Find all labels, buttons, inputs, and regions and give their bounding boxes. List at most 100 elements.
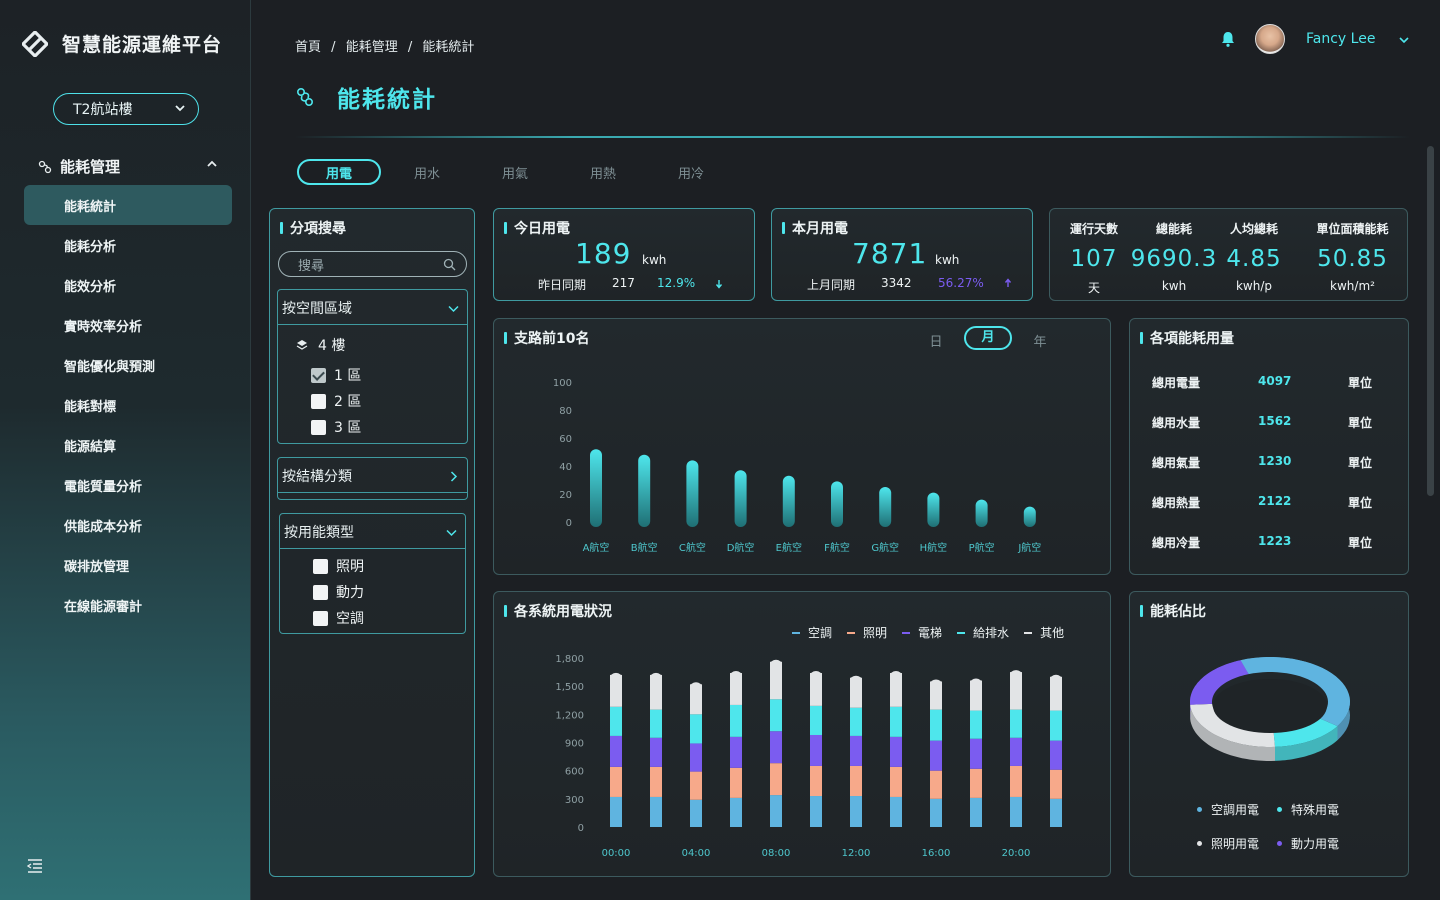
stacked-segment[interactable] bbox=[1050, 710, 1062, 741]
chevron-down-icon[interactable] bbox=[1398, 34, 1410, 46]
stacked-segment[interactable] bbox=[610, 706, 622, 736]
stacked-segment[interactable] bbox=[1050, 740, 1062, 770]
bar[interactable] bbox=[927, 492, 940, 527]
stacked-segment[interactable] bbox=[930, 740, 942, 771]
stacked-segment[interactable] bbox=[890, 736, 902, 767]
energy-option[interactable]: 動力 bbox=[313, 582, 364, 602]
stacked-segment[interactable] bbox=[930, 709, 942, 741]
bar[interactable] bbox=[782, 475, 795, 527]
chevron-down-icon[interactable] bbox=[448, 303, 459, 314]
checkbox[interactable] bbox=[313, 584, 328, 600]
zone-option[interactable]: 2 區 bbox=[311, 391, 361, 411]
pie-legend-item[interactable]: 照明用電 bbox=[1197, 835, 1259, 852]
stacked-segment[interactable] bbox=[850, 765, 862, 797]
stacked-segment[interactable] bbox=[810, 705, 822, 735]
stacked-segment[interactable] bbox=[690, 714, 702, 744]
stacked-segment[interactable] bbox=[970, 710, 982, 739]
stacked-segment[interactable] bbox=[1010, 737, 1022, 766]
space-area-header[interactable]: 按空間區域 bbox=[282, 298, 352, 318]
stacked-segment[interactable] bbox=[850, 735, 862, 766]
sidebar-item-benchmark[interactable]: 能耗對標 bbox=[24, 385, 232, 425]
stacked-segment[interactable] bbox=[850, 707, 862, 736]
stacked-segment[interactable] bbox=[770, 763, 782, 796]
sidebar-item-cost-analysis[interactable]: 供能成本分析 bbox=[24, 505, 232, 545]
stacked-segment[interactable] bbox=[690, 743, 702, 772]
stacked-segment[interactable] bbox=[690, 771, 702, 800]
stacked-segment[interactable] bbox=[890, 706, 902, 737]
floor-node[interactable]: 4 樓 bbox=[296, 335, 345, 355]
tab-gas[interactable]: 用氣 bbox=[473, 159, 557, 185]
menu-group-energy[interactable]: 能耗管理 bbox=[38, 156, 218, 177]
checkbox[interactable] bbox=[311, 419, 326, 435]
stacked-segment[interactable] bbox=[770, 731, 782, 764]
checkbox-checked[interactable] bbox=[311, 367, 326, 383]
option-label: 空調 bbox=[336, 611, 364, 627]
zone-option[interactable]: 1 區 bbox=[311, 365, 361, 385]
energy-type-header[interactable]: 按用能類型 bbox=[284, 522, 354, 542]
stacked-segment[interactable] bbox=[930, 770, 942, 799]
sidebar-item-carbon[interactable]: 碳排放管理 bbox=[24, 545, 232, 585]
stacked-segment[interactable] bbox=[810, 765, 822, 797]
tab-electricity[interactable]: 用電 bbox=[297, 159, 381, 185]
checkbox[interactable] bbox=[313, 558, 328, 574]
user-name[interactable]: Fancy Lee bbox=[1306, 31, 1375, 47]
floor-label: 4 樓 bbox=[318, 338, 346, 354]
pie-legend-item[interactable]: 特殊用電 bbox=[1277, 801, 1339, 818]
stacked-segment[interactable] bbox=[1010, 765, 1022, 797]
sidebar-item-energy-analysis[interactable]: 能耗分析 bbox=[24, 225, 232, 265]
stacked-segment[interactable] bbox=[970, 768, 982, 798]
pie-legend-item[interactable]: 空調用電 bbox=[1197, 801, 1259, 818]
bell-icon[interactable] bbox=[1219, 30, 1237, 48]
tab-cooling[interactable]: 用冷 bbox=[649, 159, 733, 185]
stacked-segment[interactable] bbox=[650, 766, 662, 797]
stacked-segment[interactable] bbox=[1050, 769, 1062, 799]
y-tick-label: 300 bbox=[565, 795, 584, 806]
menu-collapse-icon[interactable] bbox=[27, 859, 43, 873]
stacked-segment[interactable] bbox=[1010, 709, 1022, 738]
pie-legend-item[interactable]: 動力用電 bbox=[1277, 835, 1339, 852]
zone-option[interactable]: 3 區 bbox=[311, 417, 361, 437]
page-scrollbar[interactable] bbox=[1427, 146, 1434, 496]
stacked-segment[interactable] bbox=[810, 734, 822, 766]
stacked-segment[interactable] bbox=[610, 766, 622, 797]
app-logo[interactable]: 智慧能源運維平台 bbox=[22, 30, 222, 57]
checkbox[interactable] bbox=[311, 393, 326, 409]
avatar[interactable] bbox=[1255, 24, 1285, 54]
stacked-segment[interactable] bbox=[970, 738, 982, 769]
stacked-segment[interactable] bbox=[770, 699, 782, 732]
bar[interactable] bbox=[831, 481, 843, 527]
energy-option[interactable]: 空調 bbox=[313, 608, 364, 628]
bar[interactable] bbox=[734, 470, 747, 527]
bar[interactable] bbox=[638, 454, 651, 527]
sidebar-item-audit[interactable]: 在線能源審計 bbox=[24, 585, 232, 625]
site-select[interactable]: T2航站樓 bbox=[53, 93, 199, 125]
breadcrumb-energy[interactable]: 能耗管理 bbox=[346, 40, 398, 55]
sidebar-item-energy-stats[interactable]: 能耗統計 bbox=[24, 185, 232, 225]
bar[interactable] bbox=[1023, 506, 1036, 527]
tab-heat[interactable]: 用熱 bbox=[561, 159, 645, 185]
checkbox[interactable] bbox=[313, 610, 328, 626]
sidebar-item-smart-optimization[interactable]: 智能優化與預測 bbox=[24, 345, 232, 385]
bar[interactable] bbox=[590, 449, 602, 527]
sidebar-item-realtime-efficiency[interactable]: 實時效率分析 bbox=[24, 305, 232, 345]
stacked-segment[interactable] bbox=[730, 704, 742, 737]
sidebar-item-power-quality[interactable]: 電能質量分析 bbox=[24, 465, 232, 505]
header-divider bbox=[295, 136, 1410, 138]
breadcrumb-home[interactable]: 首頁 bbox=[295, 40, 321, 55]
search-input[interactable]: 搜尋 bbox=[278, 251, 467, 277]
bar[interactable] bbox=[686, 460, 699, 527]
stacked-segment[interactable] bbox=[650, 737, 662, 767]
stacked-segment[interactable] bbox=[730, 736, 742, 768]
structure-filter[interactable]: 按結構分類 bbox=[277, 457, 468, 500]
stacked-segment[interactable] bbox=[890, 766, 902, 797]
energy-option[interactable]: 照明 bbox=[313, 556, 364, 576]
stacked-segment[interactable] bbox=[730, 767, 742, 798]
tab-water[interactable]: 用水 bbox=[385, 159, 469, 185]
chevron-down-icon[interactable] bbox=[446, 527, 457, 538]
stacked-segment[interactable] bbox=[650, 709, 662, 738]
stacked-segment[interactable] bbox=[610, 735, 622, 767]
sidebar-item-settlement[interactable]: 能源結算 bbox=[24, 425, 232, 465]
bar[interactable] bbox=[879, 487, 892, 527]
sidebar-item-efficiency-analysis[interactable]: 能效分析 bbox=[24, 265, 232, 305]
bar[interactable] bbox=[975, 499, 988, 527]
